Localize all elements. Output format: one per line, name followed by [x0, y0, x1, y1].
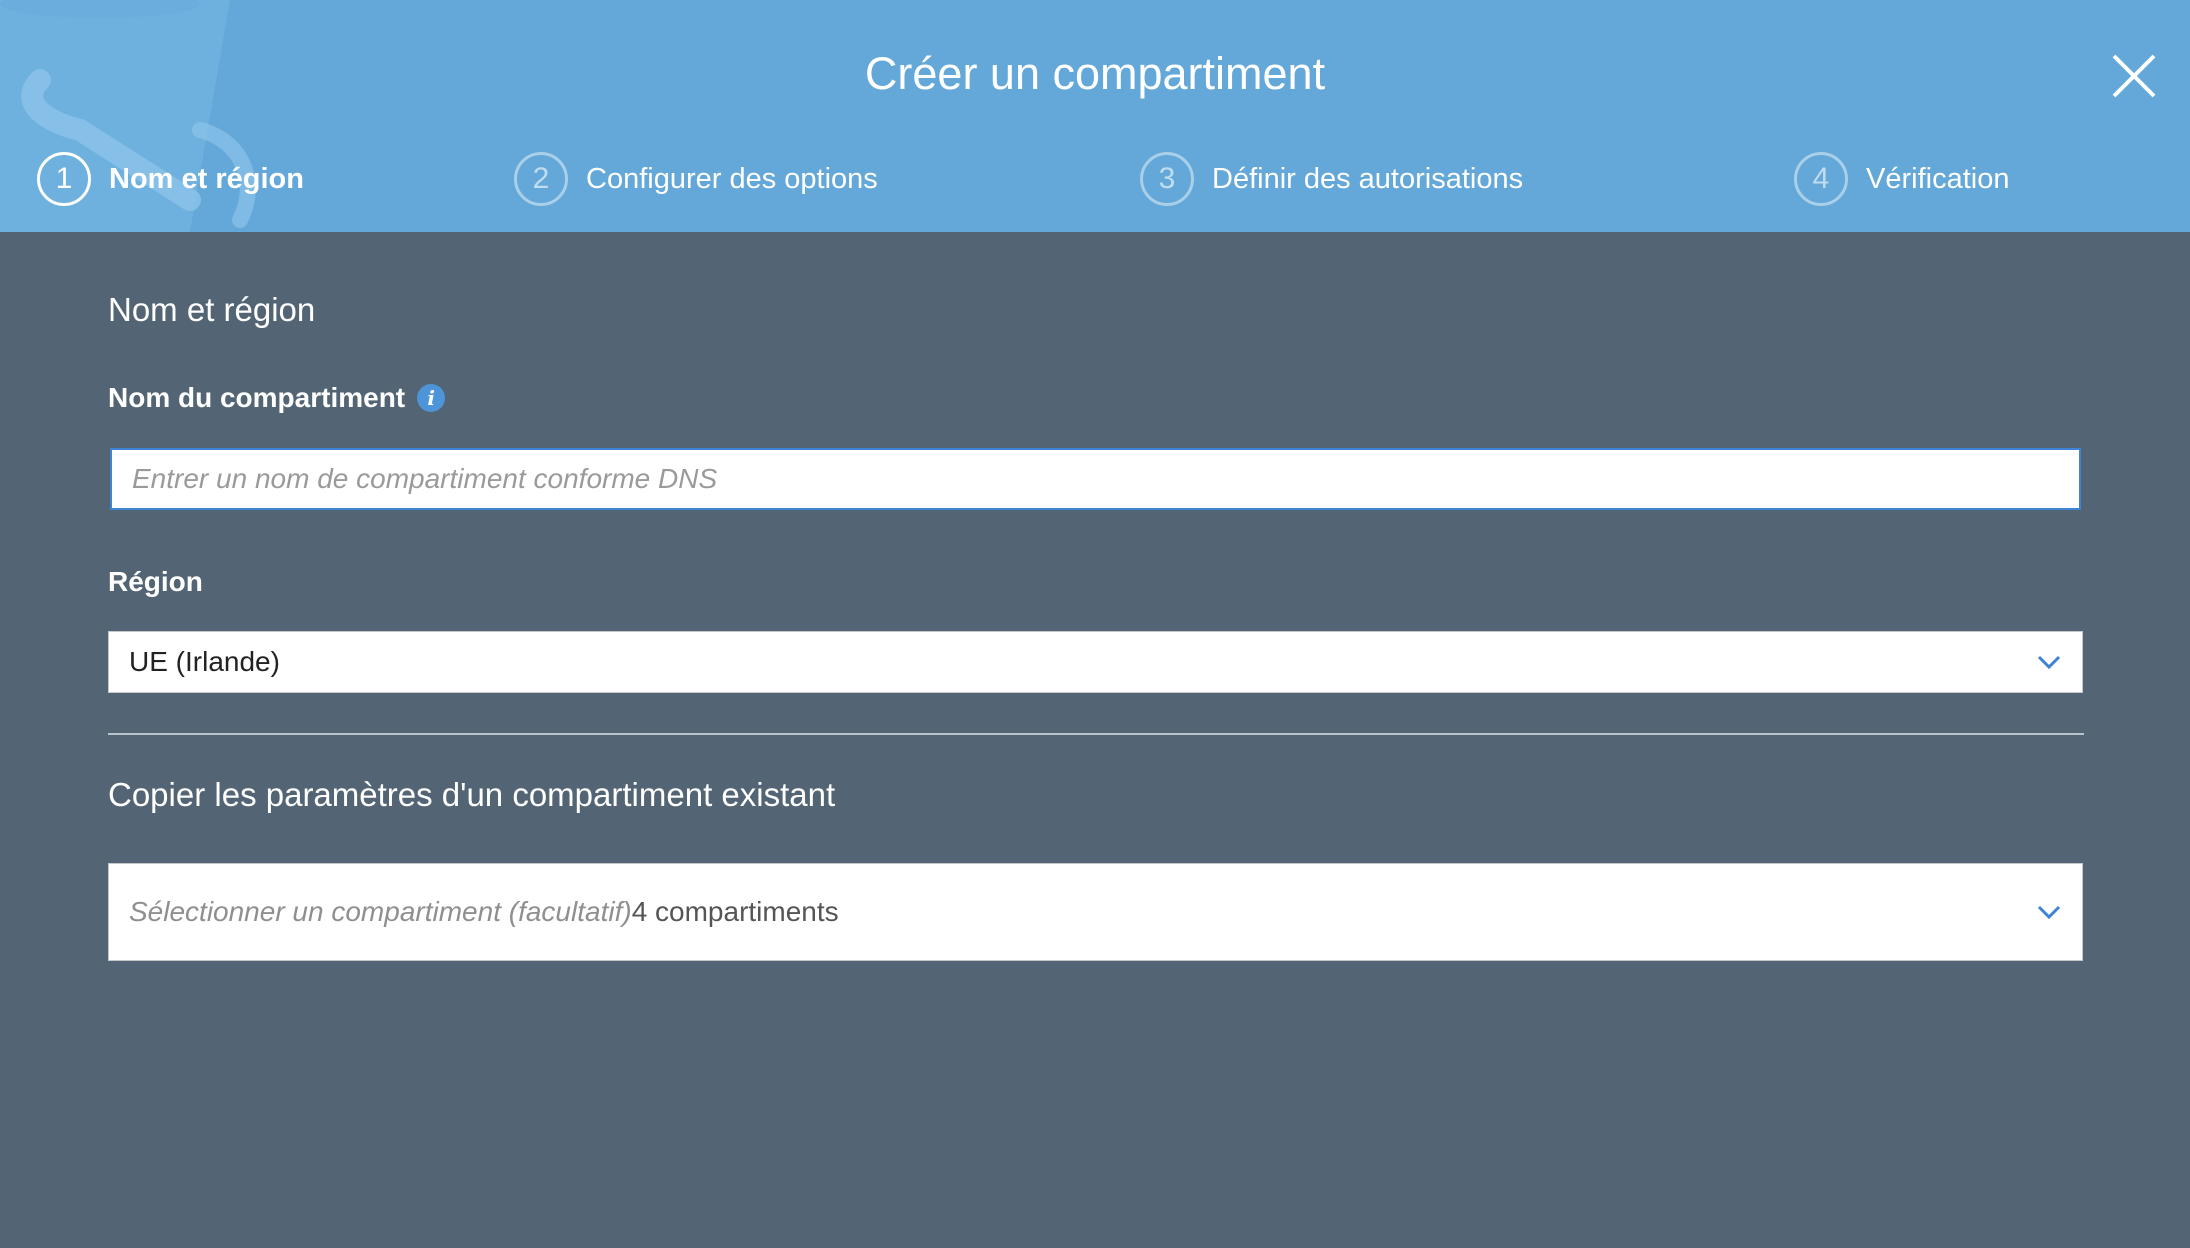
dialog-header: Créer un compartiment 1 Nom et région 2 … — [0, 0, 2190, 232]
step-configure-options[interactable]: 2 Configurer des options — [514, 152, 878, 206]
copy-bucket-placeholder: Sélectionner un compartiment (facultatif… — [129, 896, 632, 927]
step-name-region[interactable]: 1 Nom et région — [37, 152, 304, 206]
step-label: Vérification — [1866, 162, 2010, 195]
step-number-4: 4 — [1794, 152, 1848, 206]
step-permissions[interactable]: 3 Définir des autorisations — [1140, 152, 1523, 206]
step-number-3: 3 — [1140, 152, 1194, 206]
step-review[interactable]: 4 Vérification — [1794, 152, 2009, 206]
dialog-title: Créer un compartiment — [864, 48, 1326, 99]
chevron-down-icon — [2037, 905, 2061, 920]
step-number-1: 1 — [37, 152, 91, 206]
step-label: Définir des autorisations — [1212, 162, 1524, 195]
close-button[interactable] — [2110, 52, 2158, 100]
bucket-name-label: Nom du compartiment i — [108, 380, 446, 416]
region-selected-value: UE (Irlande) — [129, 646, 280, 677]
step-label: Configurer des options — [586, 162, 878, 195]
close-icon — [2112, 54, 2156, 98]
step-label: Nom et région — [109, 162, 304, 195]
info-icon[interactable]: i — [417, 384, 446, 412]
region-label: Région — [108, 566, 203, 597]
region-select[interactable]: UE (Irlande) — [108, 631, 2083, 693]
bucket-count: 4 compartiments — [631, 896, 839, 927]
bucket-name-label-text: Nom du compartiment — [108, 382, 406, 413]
copy-bucket-select[interactable]: Sélectionner un compartiment (facultatif… — [108, 863, 2083, 961]
bucket-name-input[interactable] — [110, 448, 2081, 510]
divider — [108, 733, 2084, 735]
copy-settings-title: Copier les paramètres d'un compartiment … — [108, 776, 836, 813]
step-number-2: 2 — [514, 152, 568, 206]
chevron-down-icon — [2037, 655, 2061, 670]
section-title: Nom et région — [108, 291, 316, 328]
